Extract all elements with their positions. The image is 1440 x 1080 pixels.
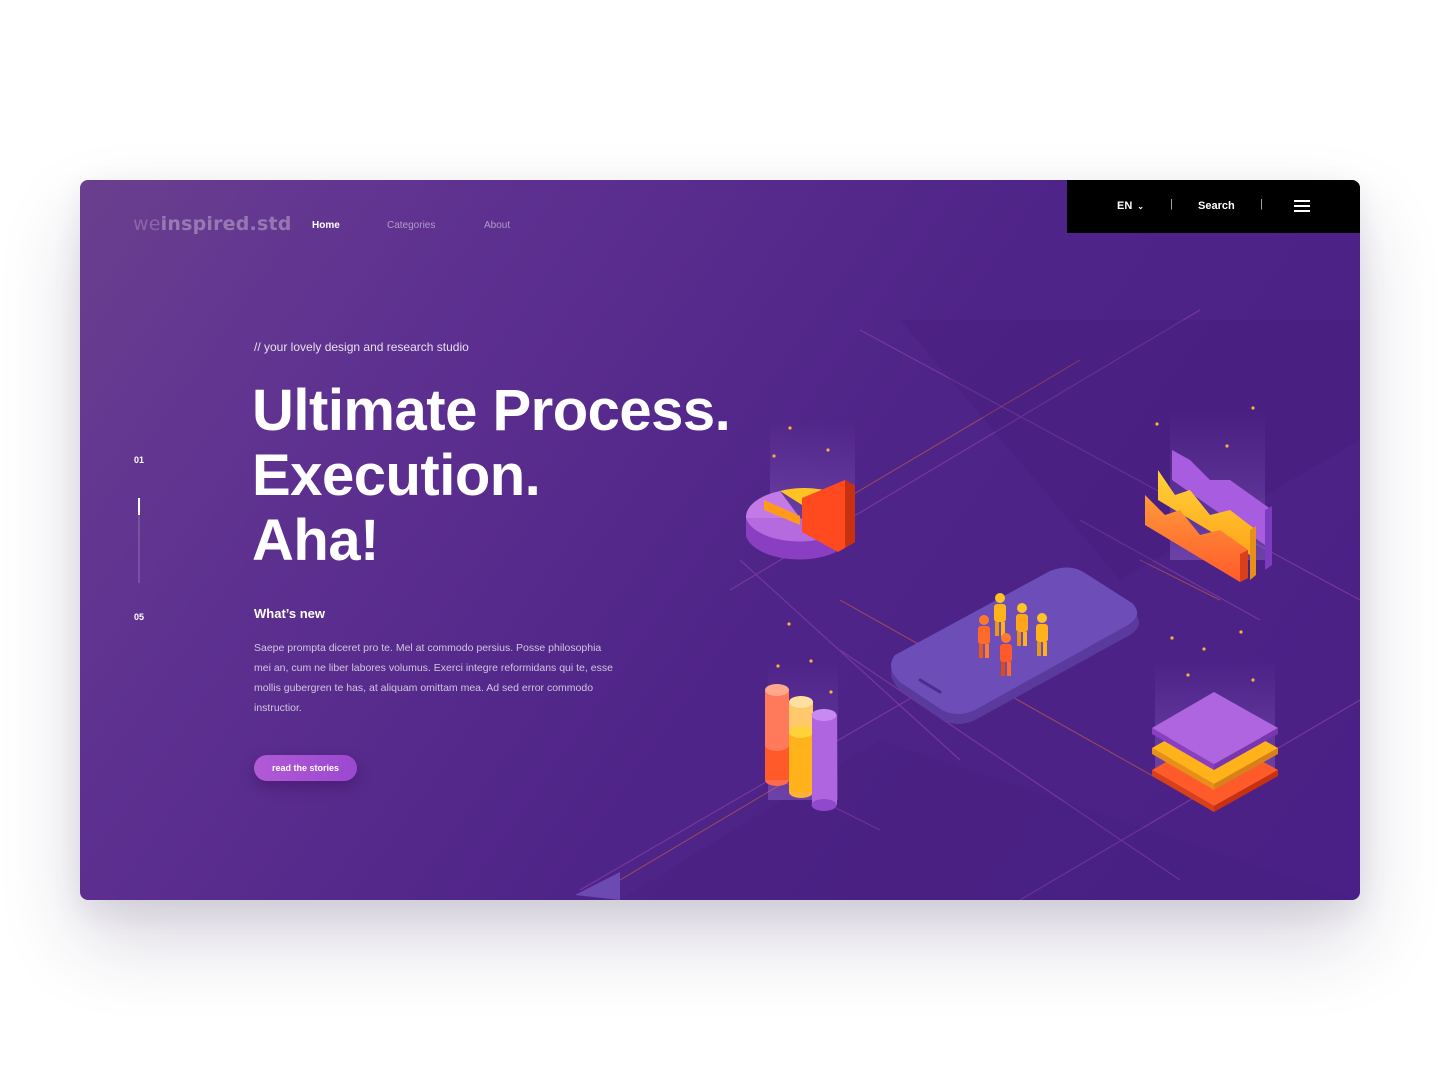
headline-line: Aha! bbox=[252, 508, 379, 573]
hamburger-menu-icon[interactable] bbox=[1294, 200, 1310, 212]
hero-headline: Ultimate Process. Execution. Aha! bbox=[252, 378, 731, 573]
language-selector[interactable]: EN ⌄ bbox=[1117, 200, 1144, 212]
pie-chart-illustration bbox=[745, 420, 855, 560]
brand-logo[interactable]: weinspired.std bbox=[133, 213, 292, 235]
search-button[interactable]: Search bbox=[1198, 200, 1235, 212]
read-stories-button[interactable]: read the stories bbox=[254, 755, 357, 781]
nav-item-about[interactable]: About bbox=[484, 220, 510, 231]
divider: | bbox=[1260, 198, 1263, 210]
nav-item-categories[interactable]: Categories bbox=[387, 220, 435, 231]
hero-eyebrow: // your lovely design and research studi… bbox=[254, 340, 469, 354]
phone-with-people-illustration bbox=[891, 567, 1139, 724]
headline-line: Ultimate Process. bbox=[252, 378, 731, 443]
divider: | bbox=[1170, 198, 1173, 210]
language-label: EN bbox=[1117, 200, 1133, 212]
slide-total: 05 bbox=[134, 612, 145, 622]
slide-progress-fill bbox=[138, 498, 140, 515]
cylinder-bars-illustration bbox=[765, 660, 838, 811]
logo-light-text: we bbox=[133, 213, 161, 235]
news-body: Saepe prompta diceret pro te. Mel at com… bbox=[254, 642, 613, 714]
hero-card: weinspired.std Home Categories About EN … bbox=[80, 180, 1360, 900]
logo-bold-text: inspired.std bbox=[160, 213, 292, 235]
slide-current: 01 bbox=[134, 455, 145, 465]
news-title: What’s new bbox=[254, 606, 326, 621]
slide-progress-track[interactable] bbox=[138, 498, 140, 583]
chevron-down-icon: ⌄ bbox=[1137, 202, 1144, 211]
layer-stack-illustration bbox=[1152, 660, 1278, 812]
nav-item-home[interactable]: Home bbox=[312, 220, 340, 231]
headline-line: Execution. bbox=[252, 443, 541, 508]
top-bar: EN ⌄ | Search | bbox=[1067, 180, 1360, 233]
